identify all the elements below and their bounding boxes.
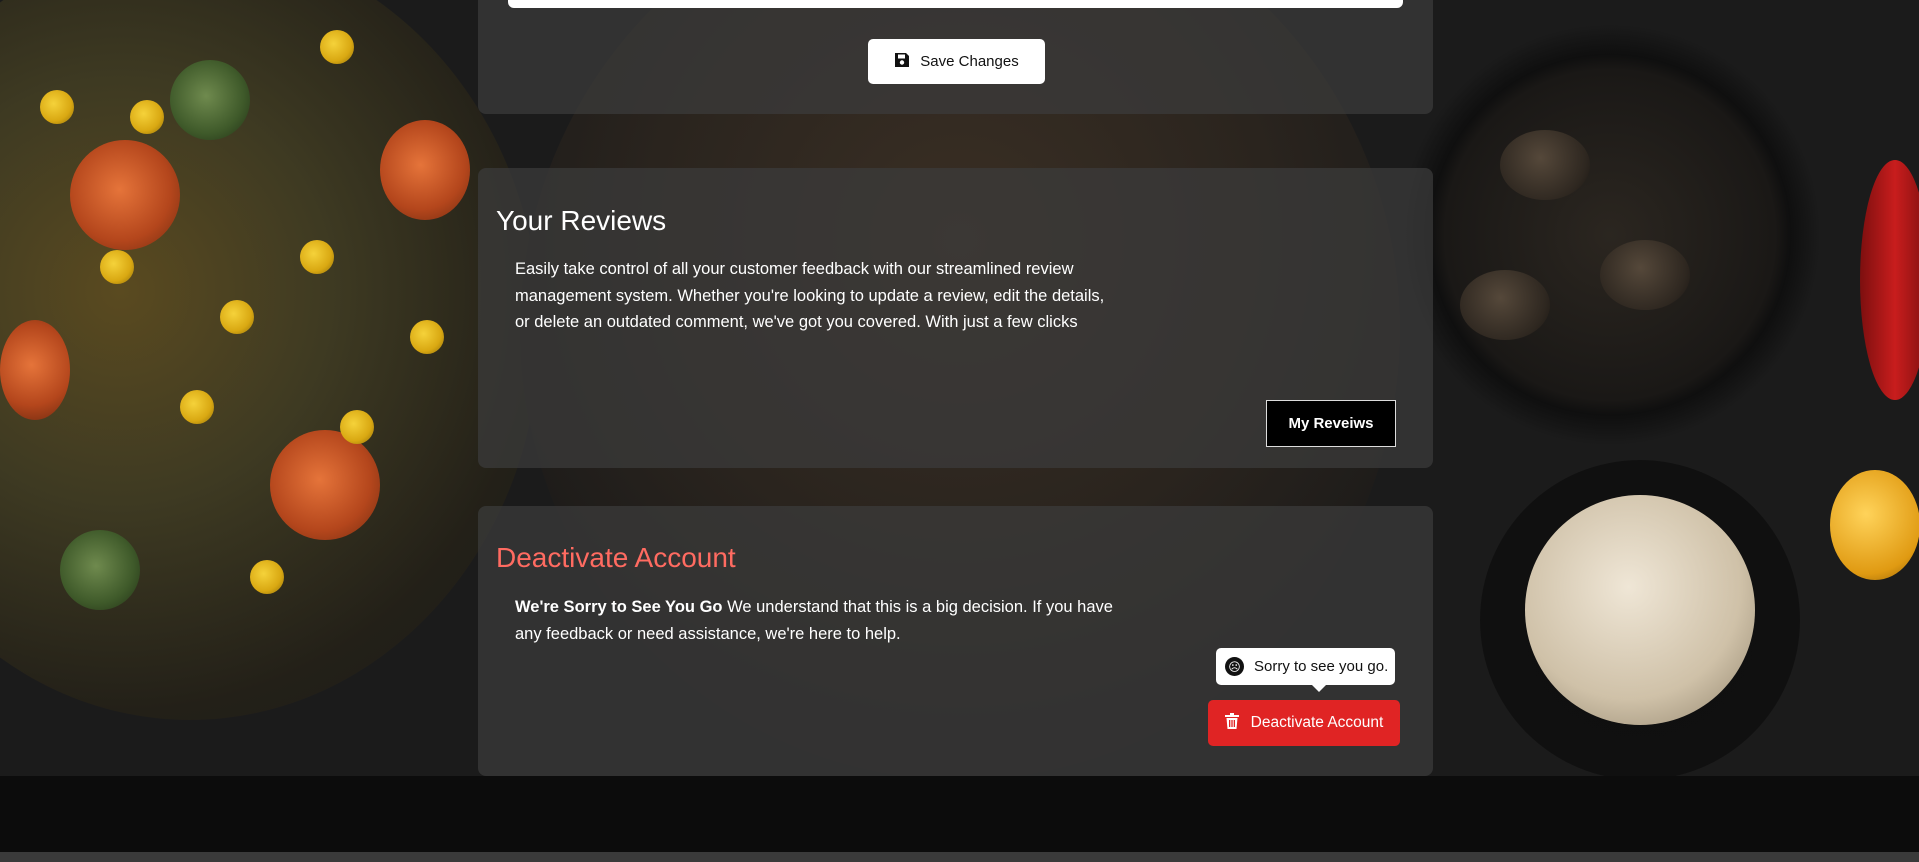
- broccoli: [170, 60, 250, 140]
- reviews-description: Easily take control of all your customer…: [515, 260, 1105, 331]
- mushroom: [1500, 130, 1590, 200]
- my-reviews-button[interactable]: My Reveiws: [1266, 400, 1396, 447]
- bowl-right: [1400, 20, 1820, 450]
- corn-kernel: [410, 320, 444, 354]
- mushroom: [1600, 240, 1690, 310]
- floppy-disk-icon: [894, 52, 910, 72]
- deactivate-lead: We're Sorry to See You Go: [515, 598, 723, 616]
- mushroom: [1460, 270, 1550, 340]
- save-changes-button[interactable]: Save Changes: [868, 39, 1045, 84]
- sad-face-icon: ☹: [1225, 657, 1244, 676]
- deactivate-tooltip: ☹ Sorry to see you go.: [1216, 648, 1395, 692]
- profile-input-field[interactable]: [508, 0, 1403, 8]
- corn-kernel: [40, 90, 74, 124]
- trash-icon: [1224, 712, 1239, 734]
- save-changes-label: Save Changes: [920, 53, 1019, 70]
- deactivate-button-label: Deactivate Account: [1250, 714, 1384, 731]
- corn-kernel: [130, 100, 164, 134]
- footer: [0, 776, 1919, 852]
- deactivate-title: Deactivate Account: [496, 542, 736, 573]
- carrot-slice: [380, 120, 470, 220]
- dip-sauce: [1525, 495, 1755, 725]
- footer-strip: [0, 852, 1919, 862]
- corn-kernel: [320, 30, 354, 64]
- deactivate-section: Deactivate Account We're Sorry to See Yo…: [478, 506, 1433, 776]
- corn-kernel: [100, 250, 134, 284]
- corn-kernel: [180, 390, 214, 424]
- corn-kernel: [220, 300, 254, 334]
- carrot-slice: [70, 140, 180, 250]
- deactivate-account-button[interactable]: Deactivate Account: [1208, 700, 1400, 746]
- corn-kernel: [300, 240, 334, 274]
- vegetable-plate: [0, 0, 540, 720]
- corn-kernel: [340, 410, 374, 444]
- deactivate-message: We're Sorry to See You Go We understand …: [515, 594, 1115, 647]
- carrot-slice: [0, 320, 70, 420]
- yellow-pepper: [1830, 470, 1919, 580]
- carrot-slice: [270, 430, 380, 540]
- red-pepper: [1860, 160, 1919, 400]
- reviews-section: Your Reviews Easily take control of all …: [478, 168, 1433, 468]
- reviews-title: Your Reviews: [496, 205, 667, 236]
- profile-form-section: Save Changes: [478, 0, 1433, 114]
- tooltip-text: Sorry to see you go.: [1254, 658, 1389, 675]
- broccoli: [60, 530, 140, 610]
- corn-kernel: [250, 560, 284, 594]
